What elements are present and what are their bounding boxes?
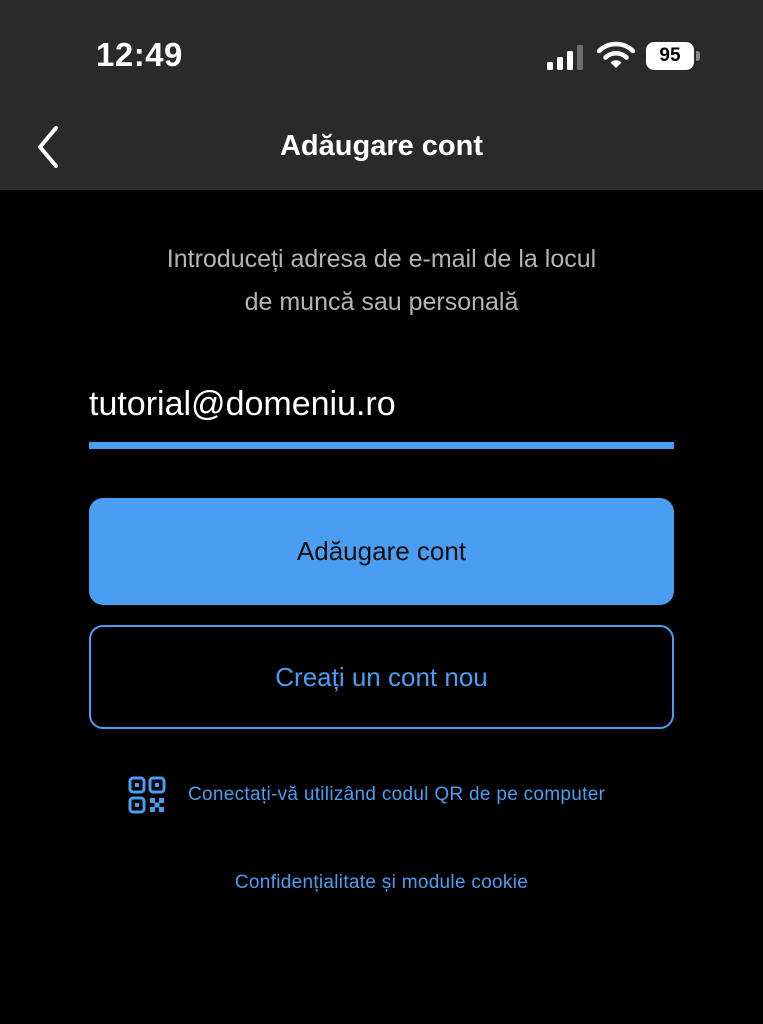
privacy-cookies-link[interactable]: Confidențialitate și module cookie (0, 872, 763, 894)
email-field-underline (89, 442, 674, 449)
top-bar: 12:49 95 Adăugare cont (0, 0, 763, 190)
add-account-button[interactable]: Adăugare cont (89, 498, 674, 605)
email-field[interactable] (89, 376, 674, 432)
battery-tip (696, 51, 700, 61)
page-title: Adăugare cont (279, 130, 484, 162)
instructions-line-2: de muncă sau personală (244, 288, 519, 316)
instructions-text: Introduceți adresa de e-mail de la locul… (100, 238, 663, 324)
wifi-icon (597, 41, 635, 68)
cellular-signal-icon (547, 45, 583, 70)
battery-level: 95 (646, 42, 694, 70)
create-account-button[interactable]: Creați un cont nou (89, 625, 674, 729)
status-time: 12:49 (96, 36, 183, 73)
qr-login-label: Conectați-vă utilizând codul QR de pe co… (188, 784, 606, 805)
qr-login-link[interactable]: Conectați-vă utilizând codul QR de pe co… (128, 775, 605, 815)
battery-indicator: 95 (646, 42, 700, 70)
instructions-line-1: Introduceți adresa de e-mail de la locul (166, 245, 597, 273)
qr-code-icon (128, 776, 166, 814)
